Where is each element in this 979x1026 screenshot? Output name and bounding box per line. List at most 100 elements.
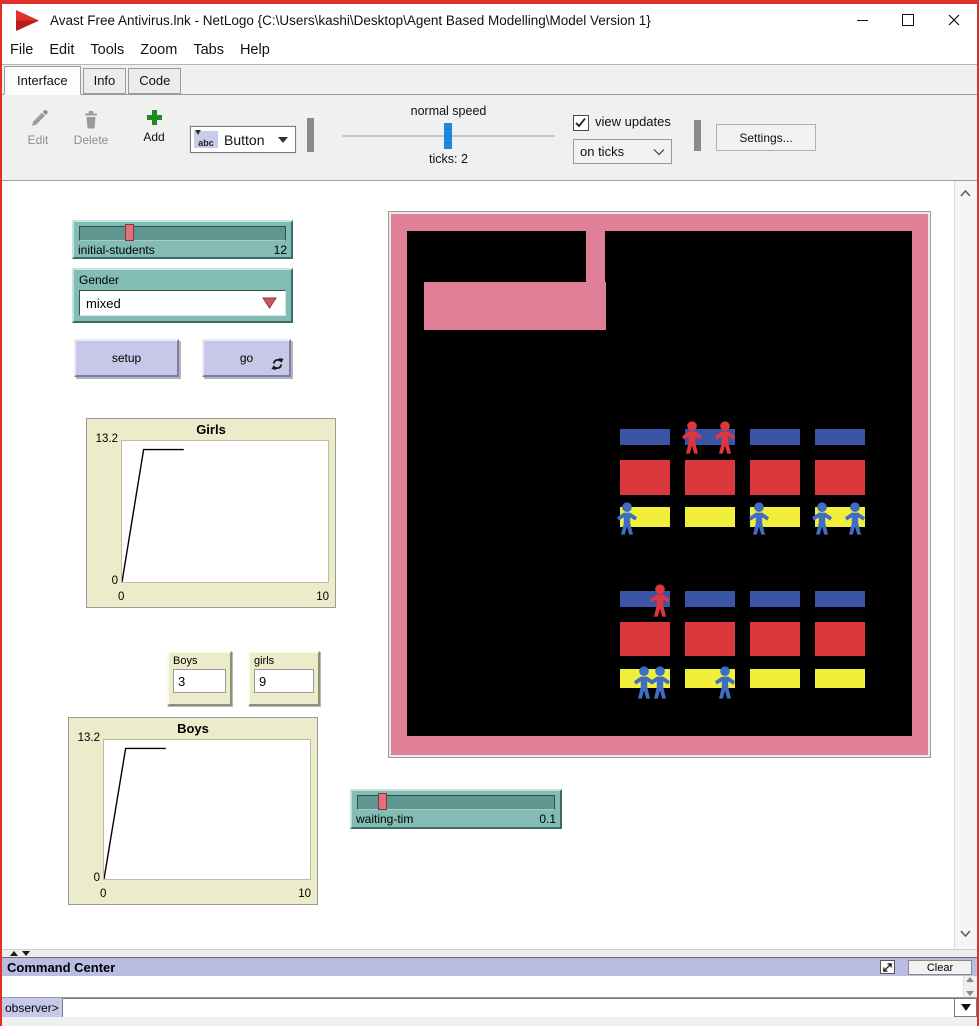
slider-label: initial-students	[78, 243, 155, 257]
ticks-counter: ticks: 2	[342, 152, 555, 166]
desk-yellow	[815, 669, 865, 688]
menu-edit[interactable]: Edit	[49, 42, 74, 58]
chooser-dropdown[interactable]: mixed	[79, 290, 286, 316]
y-axis-max-label: 13.2	[69, 732, 100, 744]
pencil-icon	[28, 109, 48, 129]
agent-person-red	[712, 421, 738, 455]
view-updates-label: view updates	[595, 114, 671, 129]
slider-initial-students[interactable]: initial-students 12	[72, 220, 293, 259]
delete-button[interactable]: Delete	[64, 109, 118, 147]
slider-waiting-time[interactable]: waiting-tim 0.1	[350, 789, 562, 829]
output-scroll-down-icon[interactable]	[966, 991, 974, 996]
clear-button[interactable]: Clear	[908, 960, 972, 975]
expand-icon[interactable]	[880, 960, 895, 974]
button-widget-icon: abc	[194, 131, 218, 148]
go-label: go	[240, 351, 253, 365]
command-center-output[interactable]	[2, 976, 977, 998]
desk-blue	[815, 429, 865, 445]
desk-red	[815, 622, 865, 656]
window-title: Avast Free Antivirus.lnk - NetLogo {C:\U…	[50, 13, 651, 28]
observer-arrow-icon	[961, 1004, 971, 1011]
chooser-gender[interactable]: Gender mixed	[72, 268, 293, 323]
scroll-up-icon[interactable]	[959, 185, 972, 203]
menu-tabs[interactable]: Tabs	[193, 42, 224, 58]
slider-handle[interactable]	[378, 793, 387, 810]
agent-person-blue	[746, 502, 772, 536]
minimize-icon	[857, 20, 868, 21]
interface-canvas: initial-students 12 Gender mixed setup g…	[2, 181, 977, 949]
command-input-wrap	[62, 998, 955, 1017]
slider-value: 0.1	[539, 812, 556, 826]
observer-context-dropdown[interactable]	[955, 998, 977, 1017]
update-mode-select[interactable]: on ticks	[573, 139, 672, 164]
scroll-down-icon[interactable]	[959, 925, 972, 943]
command-center-splitter[interactable]	[2, 949, 977, 957]
command-input[interactable]	[63, 1000, 954, 1017]
output-scrollbar[interactable]	[963, 976, 977, 997]
desk-yellow	[685, 507, 735, 527]
chevron-down-icon	[652, 147, 666, 157]
y-axis-min-label: 0	[87, 575, 118, 587]
go-button[interactable]: go	[202, 339, 291, 377]
speed-slider-handle[interactable]	[444, 123, 452, 149]
forever-icon	[271, 357, 284, 371]
agent-person-blue	[647, 666, 673, 700]
minimize-button[interactable]	[839, 4, 885, 36]
menu-help[interactable]: Help	[240, 42, 270, 58]
add-widget-button[interactable]: Add	[130, 109, 178, 144]
output-scroll-up-icon[interactable]	[966, 977, 974, 982]
toolbar-separator	[694, 120, 701, 151]
maximize-button[interactable]	[885, 4, 931, 36]
vertical-scrollbar[interactable]	[954, 181, 977, 949]
tab-code[interactable]: Code	[128, 68, 181, 94]
combo-arrow-icon	[278, 137, 288, 143]
close-button[interactable]	[931, 4, 977, 36]
setup-button[interactable]: setup	[74, 339, 179, 377]
monitor-value: 3	[173, 669, 226, 693]
desk-blue	[815, 591, 865, 607]
x-axis-min-label: 0	[100, 888, 106, 900]
view-updates-checkbox[interactable]	[573, 115, 589, 131]
plus-icon	[146, 109, 163, 126]
chooser-value: mixed	[86, 296, 262, 311]
monitor-label: Boys	[169, 653, 230, 667]
widget-type-dropdown[interactable]: abc Button	[190, 126, 296, 153]
setup-label: setup	[112, 351, 141, 365]
observer-prompt: observer>	[2, 998, 62, 1017]
chooser-label: Gender	[74, 270, 291, 287]
speed-slider-label: normal speed	[342, 104, 555, 118]
desk-yellow	[750, 669, 800, 688]
settings-button[interactable]: Settings...	[716, 124, 816, 151]
chip-label: abc	[198, 138, 214, 148]
monitor-value: 9	[254, 669, 314, 693]
add-label: Add	[143, 130, 164, 144]
close-icon	[948, 14, 960, 26]
speed-slider[interactable]	[342, 135, 555, 137]
slider-handle[interactable]	[125, 224, 134, 241]
agent-person-red	[647, 584, 673, 618]
maximize-icon	[902, 14, 914, 26]
menu-file[interactable]: File	[10, 42, 33, 58]
agent-person-blue	[842, 502, 868, 536]
delete-label: Delete	[74, 133, 109, 147]
splitter-up-icon[interactable]	[10, 951, 18, 956]
world-view[interactable]	[388, 211, 931, 758]
x-axis-max-label: 10	[298, 888, 311, 900]
tab-info[interactable]: Info	[83, 68, 127, 94]
slider-label: waiting-tim	[356, 812, 413, 826]
splitter-down-icon[interactable]	[22, 951, 30, 956]
tab-interface[interactable]: Interface	[4, 66, 81, 95]
tab-row: Interface Info Code	[2, 65, 977, 95]
y-axis-min-label: 0	[69, 872, 100, 884]
toolbar: Edit Delete Add abc Button normal	[2, 95, 977, 181]
menu-tools[interactable]: Tools	[90, 42, 124, 58]
x-axis-min-label: 0	[118, 591, 124, 603]
menu-bar: File Edit Tools Zoom Tabs Help	[2, 36, 977, 65]
menu-zoom[interactable]: Zoom	[140, 42, 177, 58]
edit-button[interactable]: Edit	[16, 109, 60, 147]
agent-person-blue	[712, 666, 738, 700]
cursor-icon	[195, 130, 201, 135]
monitor-girls: girls 9	[248, 651, 320, 706]
edit-label: Edit	[28, 133, 49, 147]
desk-red	[685, 460, 735, 495]
